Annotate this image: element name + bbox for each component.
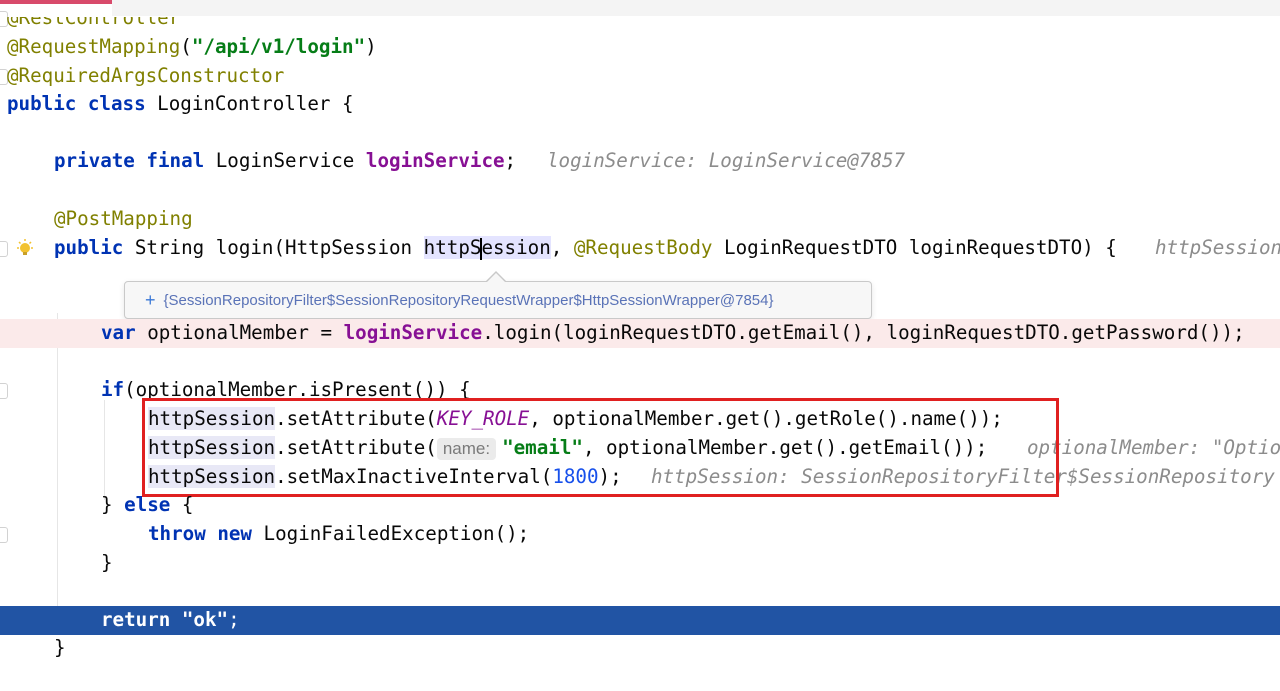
code-line-14[interactable]: httpSession.setAttribute(KEY_ROLE, optio… [0, 405, 1280, 434]
brace: } [101, 493, 125, 516]
field-loginservice: loginService [365, 149, 505, 172]
method-signature-rest: LoginRequestDTO loginRequestDTO) { [712, 236, 1117, 259]
brace: { [170, 493, 194, 516]
method-args: , optionalMember.get().getEmail()); [582, 436, 988, 459]
code-line-15[interactable]: httpSession.setAttribute(name: "email", o… [0, 434, 1280, 463]
variable-declaration: optionalMember = [135, 321, 344, 344]
debugger-value-popup[interactable]: + {SessionRepositoryFilter$SessionReposi… [124, 281, 872, 319]
debugger-inline-value: loginService: LoginService@7857 [547, 149, 906, 172]
code-line-19[interactable]: } [0, 549, 1280, 578]
keyword: return [101, 608, 171, 631]
annotation-requiredargsconstructor: @RequiredArgsConstructor [7, 64, 285, 87]
ok-string: "ok" [181, 608, 229, 631]
popup-arrow-inner [486, 273, 506, 283]
mapping-path-string: "/api/v1/login" [191, 35, 366, 58]
if-condition: (optionalMember.isPresent()) { [124, 378, 471, 401]
code-line-13[interactable]: if(optionalMember.isPresent()) { [0, 376, 1280, 405]
code-line-21-execution-point[interactable]: return "ok"; [0, 606, 1280, 635]
code-line-8[interactable]: @PostMapping [0, 205, 1280, 234]
code-line-17[interactable]: } else { [0, 491, 1280, 520]
keyword: var [101, 321, 136, 344]
variable-httpsession: httpSession [148, 465, 276, 488]
semicolon: ; [228, 608, 240, 631]
keyword: if [101, 378, 125, 401]
fold-marker-icon[interactable] [0, 527, 8, 543]
fold-marker-icon[interactable] [0, 11, 8, 27]
code-line-4[interactable]: public class LoginController { [0, 90, 1280, 119]
method-signature: String login(HttpSession [123, 236, 424, 259]
debugger-inline-value: httpSession [1155, 236, 1280, 259]
param-httpsession[interactable]: httpS [424, 236, 482, 259]
constant-key-role: KEY_ROLE [436, 407, 530, 430]
method-call: .setMaxInactiveInterval( [275, 465, 553, 488]
code-line-16[interactable]: httpSession.setMaxInactiveInterval(1800)… [0, 463, 1280, 492]
paren: ) [365, 35, 377, 58]
method-call: .setAttribute( [275, 407, 437, 430]
method-call: .setAttribute( [275, 436, 437, 459]
keyword: private final [54, 149, 205, 172]
debugger-inline-value: optionalMember: "Optio [1027, 436, 1280, 459]
type-name: LoginService [204, 149, 366, 172]
debugger-inline-value: httpSession: SessionRepositoryFilter$Ses… [651, 465, 1275, 488]
variable-httpsession: httpSession [148, 436, 276, 459]
paren: ( [180, 35, 192, 58]
code-line-2[interactable]: @RequestMapping("/api/v1/login") [0, 33, 1280, 62]
keyword: else [124, 493, 171, 516]
method-close: ); [598, 465, 622, 488]
annotation-restcontroller: @RestController [7, 6, 181, 29]
annotation-requestbody: @RequestBody [573, 236, 713, 259]
code-line-18[interactable]: throw new LoginFailedException(); [0, 520, 1280, 549]
brace: } [101, 551, 113, 574]
code-line-9[interactable]: public String login(HttpSession httpSess… [0, 234, 1280, 263]
email-string: "email" [502, 436, 583, 459]
class-declaration: LoginController { [145, 92, 354, 115]
code-line-1[interactable]: @RestController [0, 4, 1280, 33]
field-loginservice: loginService [343, 321, 483, 344]
fold-marker-icon[interactable] [0, 383, 8, 399]
fold-marker-icon[interactable] [0, 241, 8, 257]
lightbulb-icon[interactable] [14, 238, 36, 260]
code-line-22[interactable]: } [0, 634, 1280, 663]
number-literal: 1800 [552, 465, 599, 488]
comma: , [550, 236, 574, 259]
annotation-postmapping: @PostMapping [54, 207, 193, 230]
variable-httpsession: httpSession [148, 407, 276, 430]
semicolon: ; [504, 149, 517, 172]
parameter-name-hint: name: [436, 438, 497, 460]
popup-value-text: {SessionRepositoryFilter$SessionReposito… [163, 291, 774, 309]
code-line-3[interactable]: @RequiredArgsConstructor [0, 62, 1280, 91]
method-args: , optionalMember.get().getRole().name())… [529, 407, 1003, 430]
keyword: throw [148, 522, 206, 545]
code-line-6[interactable]: private final LoginService loginService;… [0, 147, 1280, 176]
brace: } [54, 636, 66, 659]
expand-icon[interactable]: + [145, 290, 156, 311]
method-call: .login(loginRequestDTO.getEmail(), login… [482, 321, 1245, 344]
annotation-requestmapping: @RequestMapping [7, 35, 181, 58]
keyword: public [54, 236, 124, 259]
exception-constructor: LoginFailedException(); [251, 522, 530, 545]
keyword: public class [7, 92, 146, 115]
keyword: new [217, 522, 252, 545]
param-httpsession-rest[interactable]: ession [481, 236, 550, 259]
code-line-11[interactable]: var optionalMember = loginService.login(… [0, 319, 1280, 348]
